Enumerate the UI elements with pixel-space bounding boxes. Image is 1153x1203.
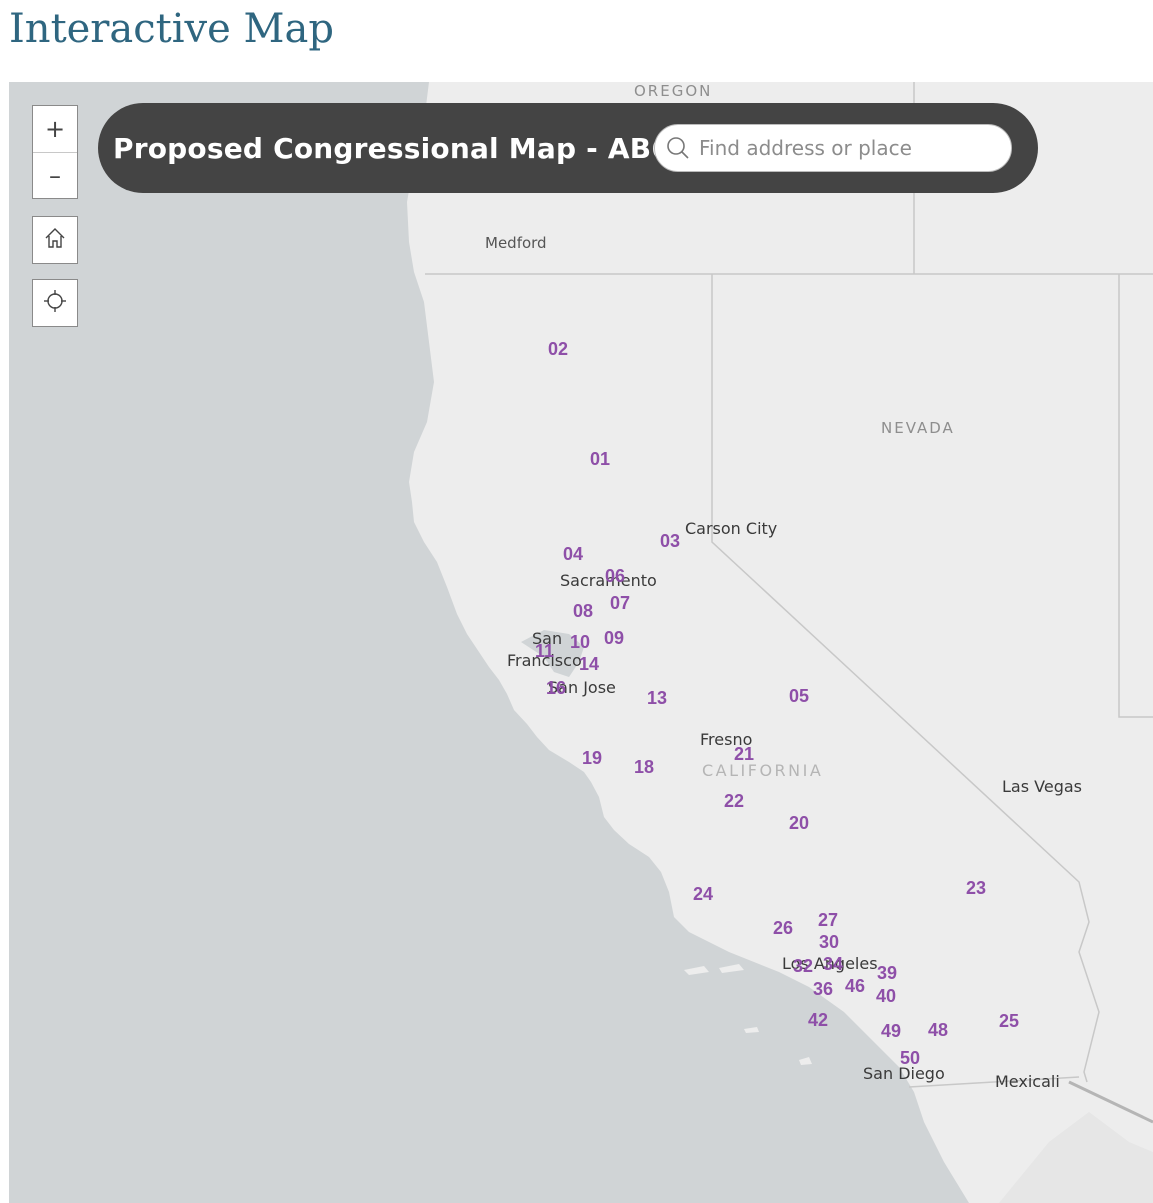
map-view[interactable]: OREGON NEVADA CALIFORNIA Medford Carson … xyxy=(9,82,1153,1203)
district-label-08[interactable]: 08 xyxy=(573,601,593,622)
home-button[interactable] xyxy=(33,217,77,263)
district-label-32[interactable]: 32 xyxy=(793,956,813,977)
home-control xyxy=(32,216,78,264)
district-label-14[interactable]: 14 xyxy=(579,654,599,675)
region-label-california: CALIFORNIA xyxy=(702,761,824,780)
map-title: Proposed Congressional Map - AB604 xyxy=(113,131,711,165)
district-label-10[interactable]: 10 xyxy=(570,632,590,653)
zoom-in-icon: + xyxy=(44,115,66,143)
district-label-48[interactable]: 48 xyxy=(928,1020,948,1041)
district-label-50[interactable]: 50 xyxy=(900,1048,920,1069)
zoom-control: + – xyxy=(32,105,78,199)
home-icon xyxy=(43,226,67,255)
zoom-out-icon: – xyxy=(49,162,61,190)
district-label-13[interactable]: 13 xyxy=(647,688,667,709)
district-label-16[interactable]: 16 xyxy=(546,678,566,699)
district-label-24[interactable]: 24 xyxy=(693,884,713,905)
district-label-01[interactable]: 01 xyxy=(590,449,610,470)
district-label-40[interactable]: 40 xyxy=(876,986,896,1007)
district-label-04[interactable]: 04 xyxy=(563,544,583,565)
district-label-06[interactable]: 06 xyxy=(605,566,625,587)
zoom-in-button[interactable]: + xyxy=(33,106,77,152)
district-label-27[interactable]: 27 xyxy=(818,910,838,931)
place-label-mexicali: Mexicali xyxy=(995,1072,1060,1091)
crosshair-icon xyxy=(43,289,67,318)
search-box[interactable] xyxy=(654,124,1012,172)
district-label-11[interactable]: 11 xyxy=(535,641,554,662)
zoom-out-button[interactable]: – xyxy=(33,152,77,199)
district-label-25[interactable]: 25 xyxy=(999,1011,1019,1032)
district-label-09[interactable]: 09 xyxy=(604,628,624,649)
place-label-las-vegas: Las Vegas xyxy=(1002,777,1082,796)
search-icon[interactable] xyxy=(665,135,691,161)
map-header-bar: Proposed Congressional Map - AB604 xyxy=(98,103,1038,193)
district-label-34[interactable]: 34 xyxy=(823,954,843,975)
page-title: Interactive Map xyxy=(9,6,334,52)
district-label-07[interactable]: 07 xyxy=(610,593,630,614)
district-label-23[interactable]: 23 xyxy=(966,878,986,899)
district-label-19[interactable]: 19 xyxy=(582,748,602,769)
place-label-medford: Medford xyxy=(485,234,547,252)
district-label-36[interactable]: 36 xyxy=(813,979,833,1000)
region-label-oregon: OREGON xyxy=(634,82,713,100)
locate-button[interactable] xyxy=(33,280,77,326)
district-label-02[interactable]: 02 xyxy=(548,339,568,360)
district-label-46[interactable]: 46 xyxy=(845,976,865,997)
district-label-22[interactable]: 22 xyxy=(724,791,744,812)
district-label-39[interactable]: 39 xyxy=(877,963,897,984)
region-label-nevada: NEVADA xyxy=(881,419,955,437)
district-label-03[interactable]: 03 xyxy=(660,531,680,552)
place-label-carson-city: Carson City xyxy=(685,519,778,538)
district-label-42[interactable]: 42 xyxy=(808,1010,828,1031)
district-label-21[interactable]: 21 xyxy=(734,744,754,765)
district-label-26[interactable]: 26 xyxy=(773,918,793,939)
district-label-30[interactable]: 30 xyxy=(819,932,839,953)
locate-control xyxy=(32,279,78,327)
district-label-18[interactable]: 18 xyxy=(634,757,654,778)
district-label-05[interactable]: 05 xyxy=(789,686,809,707)
district-label-20[interactable]: 20 xyxy=(789,813,809,834)
search-input[interactable] xyxy=(697,135,991,161)
district-label-49[interactable]: 49 xyxy=(881,1021,901,1042)
